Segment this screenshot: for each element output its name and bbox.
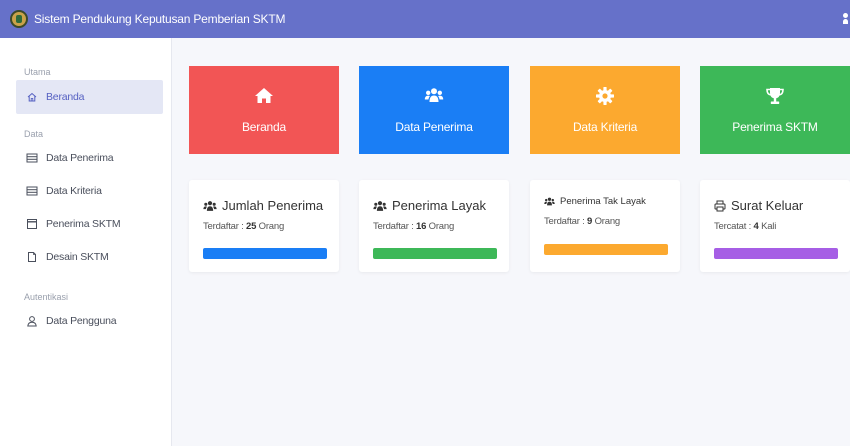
card-title: Penerima Tak Layak: [560, 196, 646, 207]
card-title: Surat Keluar: [731, 198, 804, 213]
sidebar-section-autentikasi: Autentikasi: [24, 292, 69, 302]
sidebar-item-data-penerima[interactable]: Data Penerima: [16, 141, 163, 175]
user-icon: [26, 315, 38, 327]
card-header: Penerima Tak Layak: [544, 196, 646, 207]
sidebar-item-penerima-sktm[interactable]: Penerima SKTM: [16, 207, 163, 241]
list-icon: [26, 152, 38, 164]
sidebar-section-utama: Utama: [24, 67, 51, 77]
card-sub-label: Terdaftar :: [203, 221, 244, 232]
trophy-icon: [765, 86, 785, 106]
sidebar-item-desain-sktm[interactable]: Desain SKTM: [16, 240, 163, 274]
card-value: 25: [246, 221, 257, 232]
card-value: 4: [753, 221, 759, 232]
card-header: Surat Keluar: [714, 198, 803, 213]
sidebar-item-label: Data Pengguna: [46, 315, 117, 327]
stat-card-jumlah-penerima: Jumlah Penerima Terdaftar : 25 Orang: [189, 180, 339, 272]
tile-data-kriteria[interactable]: Data Kriteria: [530, 66, 680, 154]
tile-penerima-sktm[interactable]: Penerima SKTM: [700, 66, 850, 154]
card-unit: Kali: [761, 221, 777, 232]
card-subtitle: Terdaftar : 16 Orang: [373, 221, 454, 232]
gear-icon: [595, 86, 615, 106]
card-sub-label: Terdaftar :: [544, 216, 585, 227]
sidebar-item-label: Data Penerima: [46, 152, 114, 164]
sidebar: Utama Beranda Data Data Penerima Data Kr…: [0, 38, 172, 446]
sidebar-item-label: Data Kriteria: [46, 185, 102, 197]
sidebar-item-label: Penerima SKTM: [46, 218, 121, 230]
card-subtitle: Terdaftar : 9 Orang: [544, 216, 620, 227]
tile-data-penerima[interactable]: Data Penerima: [359, 66, 509, 154]
app-title: Sistem Pendukung Keputusan Pemberian SKT…: [34, 12, 286, 26]
calendar-icon: [26, 218, 38, 230]
card-title: Jumlah Penerima: [222, 198, 324, 213]
app-logo: [10, 10, 28, 28]
tile-label: Data Kriteria: [572, 120, 638, 134]
sidebar-item-label: Desain SKTM: [46, 251, 109, 263]
card-value: 16: [416, 221, 427, 232]
home-icon: [26, 91, 38, 103]
tile-label: Penerima SKTM: [732, 120, 818, 134]
stat-card-penerima-layak: Penerima Layak Terdaftar : 16 Orang: [359, 180, 509, 272]
card-header: Jumlah Penerima: [203, 198, 323, 213]
stat-card-surat-keluar: Surat Keluar Tercatat : 4 Kali: [700, 180, 850, 272]
home-icon: [254, 86, 274, 106]
card-header: Penerima Layak: [373, 198, 486, 213]
tile-beranda[interactable]: Beranda: [189, 66, 339, 154]
document-icon: [26, 251, 38, 263]
card-bar: [373, 248, 497, 259]
card-unit: Orang: [428, 221, 455, 232]
sidebar-item-beranda[interactable]: Beranda: [16, 80, 163, 114]
card-unit: Orang: [258, 221, 285, 232]
printer-icon: [714, 200, 726, 211]
tile-label: Data Penerima: [395, 120, 473, 134]
card-sub-label: Terdaftar :: [373, 221, 414, 232]
card-bar: [203, 248, 327, 259]
tile-label: Beranda: [242, 120, 286, 134]
sidebar-section-data: Data: [24, 129, 44, 139]
top-navbar: Sistem Pendukung Keputusan Pemberian SKT…: [0, 0, 850, 38]
card-bar: [544, 244, 668, 255]
card-sub-label: Tercatat :: [714, 221, 752, 232]
users-icon: [544, 197, 555, 206]
card-title: Penerima Layak: [392, 198, 486, 213]
users-icon: [424, 86, 444, 106]
card-value: 9: [587, 216, 593, 227]
sidebar-item-label: Beranda: [46, 91, 85, 103]
sidebar-item-data-kriteria[interactable]: Data Kriteria: [16, 174, 163, 208]
users-icon: [373, 200, 387, 211]
stat-card-penerima-tak-layak: Penerima Tak Layak Terdaftar : 9 Orang: [530, 180, 680, 272]
card-subtitle: Terdaftar : 25 Orang: [203, 221, 284, 232]
list-icon: [26, 185, 38, 197]
user-menu-icon[interactable]: [843, 13, 848, 25]
sidebar-item-data-pengguna[interactable]: Data Pengguna: [16, 304, 163, 338]
card-bar: [714, 248, 838, 259]
card-subtitle: Tercatat : 4 Kali: [714, 221, 776, 232]
card-unit: Orang: [594, 216, 621, 227]
users-icon: [203, 200, 217, 211]
